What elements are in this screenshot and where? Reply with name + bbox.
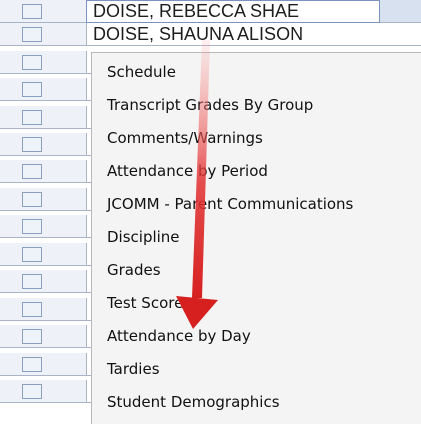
checkbox-cell <box>0 353 87 375</box>
checkbox-cell <box>0 325 87 347</box>
row-checkbox[interactable] <box>22 357 42 372</box>
row-checkbox[interactable] <box>22 329 42 344</box>
row-checkbox[interactable] <box>22 274 42 289</box>
menu-item-test-scores[interactable]: Test Scores <box>107 288 191 318</box>
row-checkbox[interactable] <box>22 110 42 125</box>
menu-item-discipline[interactable]: Discipline <box>107 222 180 252</box>
checkbox-cell <box>0 133 87 155</box>
checkbox-cell <box>0 160 87 182</box>
table-row[interactable]: DOISE, SHAUNA ALISON <box>0 23 421 46</box>
menu-item-jcomm-parent-communications[interactable]: JCOMM - Parent Communications <box>107 189 353 219</box>
menu-item-tardies[interactable]: Tardies <box>107 354 160 384</box>
checkbox-cell <box>0 78 87 100</box>
row-checkbox[interactable] <box>22 137 42 152</box>
row-filler <box>380 0 421 22</box>
checkbox-cell <box>0 23 87 45</box>
menu-item-comments-warnings[interactable]: Comments/Warnings <box>107 123 263 153</box>
student-name[interactable]: DOISE, REBECCA SHAE <box>93 1 299 23</box>
row-checkbox[interactable] <box>22 219 42 234</box>
row-checkbox[interactable] <box>22 164 42 179</box>
row-checkbox[interactable] <box>22 247 42 262</box>
table-row-selected[interactable]: DOISE, REBECCA SHAE <box>0 0 421 23</box>
row-checkbox[interactable] <box>22 82 42 97</box>
student-name[interactable]: DOISE, SHAUNA ALISON <box>93 24 303 46</box>
checkbox-cell <box>0 270 87 292</box>
row-checkbox[interactable] <box>22 55 42 70</box>
context-menu: Schedule Transcript Grades By Group Comm… <box>91 52 421 424</box>
row-checkbox[interactable] <box>22 192 42 207</box>
menu-item-student-demographics[interactable]: Student Demographics <box>107 387 280 417</box>
checkbox-cell <box>0 380 87 402</box>
checkbox-cell <box>0 106 87 128</box>
checkbox-cell <box>0 51 87 73</box>
checkbox-cell <box>0 188 87 210</box>
menu-item-schedule[interactable]: Schedule <box>107 57 176 87</box>
row-checkbox[interactable] <box>22 384 42 399</box>
menu-item-transcript-grades[interactable]: Transcript Grades By Group <box>107 90 313 120</box>
menu-item-attendance-by-period[interactable]: Attendance by Period <box>107 156 268 186</box>
checkbox-cell <box>0 298 87 320</box>
checkbox-cell <box>0 215 87 237</box>
checkbox-cell <box>0 243 87 265</box>
menu-item-attendance-by-day[interactable]: Attendance by Day <box>107 321 251 351</box>
checkbox-cell <box>0 0 87 22</box>
row-checkbox[interactable] <box>22 27 42 42</box>
row-checkbox[interactable] <box>22 302 42 317</box>
menu-item-grades[interactable]: Grades <box>107 255 161 285</box>
row-checkbox[interactable] <box>22 4 42 19</box>
